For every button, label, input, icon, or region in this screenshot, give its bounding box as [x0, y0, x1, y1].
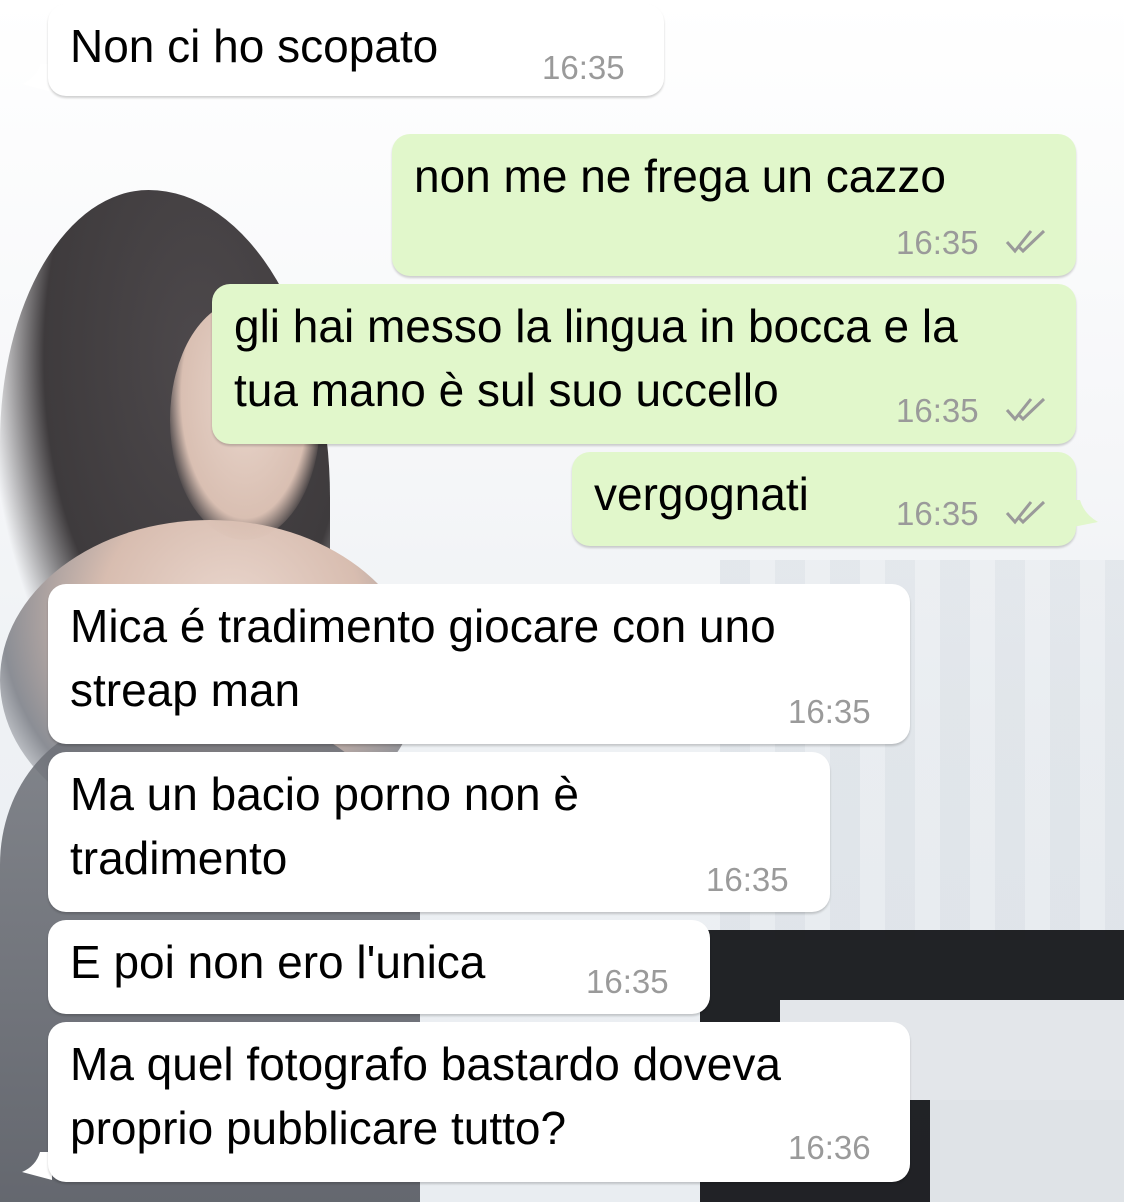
- message-text: Non ci ho scopato: [70, 20, 439, 72]
- message-bubble-incoming[interactable]: Mica é tradimento giocare con uno streap…: [48, 584, 910, 744]
- message-timestamp: 16:35: [896, 392, 979, 429]
- message-bubble-incoming[interactable]: Non ci ho scopato 16:35: [48, 4, 664, 96]
- double-check-icon: [1005, 397, 1046, 422]
- message-timestamp: 16:35: [896, 495, 979, 532]
- message-timestamp: 16:35: [542, 49, 625, 86]
- double-check-icon: [1005, 500, 1046, 525]
- message-timestamp: 16:35: [706, 861, 789, 898]
- message-bubble-incoming[interactable]: Ma un bacio porno non è tradimento 16:35: [48, 752, 830, 912]
- message-text: non me ne frega un cazzo: [414, 150, 946, 202]
- message-text: Ma un bacio porno non è tradimento: [70, 768, 579, 884]
- message-timestamp: 16:35: [586, 963, 669, 1000]
- message-bubble-outgoing[interactable]: vergognati 16:35: [572, 452, 1076, 546]
- message-text: Mica é tradimento giocare con uno streap…: [70, 600, 776, 716]
- message-bubble-incoming[interactable]: Ma quel fotografo bastardo doveva propri…: [48, 1022, 910, 1182]
- message-text: gli hai messo la lingua in bocca e la tu…: [234, 300, 958, 416]
- bubble-tail-icon: [1068, 500, 1098, 528]
- bubble-tail-icon: [22, 1152, 52, 1180]
- message-timestamp: 16:35: [896, 224, 979, 261]
- message-bubble-outgoing[interactable]: gli hai messo la lingua in bocca e la tu…: [212, 284, 1076, 444]
- message-timestamp: 16:35: [788, 693, 871, 730]
- message-text: vergognati: [594, 468, 809, 520]
- message-text: Ma quel fotografo bastardo doveva propri…: [70, 1038, 781, 1154]
- message-timestamp: 16:36: [788, 1129, 871, 1166]
- message-bubble-incoming[interactable]: E poi non ero l'unica 16:35: [48, 920, 710, 1014]
- message-text: E poi non ero l'unica: [70, 936, 486, 988]
- wallpaper-window-pane: [930, 1100, 1124, 1202]
- double-check-icon: [1005, 229, 1046, 254]
- message-bubble-outgoing[interactable]: non me ne frega un cazzo 16:35: [392, 134, 1076, 276]
- bubble-tail-icon: [22, 64, 52, 92]
